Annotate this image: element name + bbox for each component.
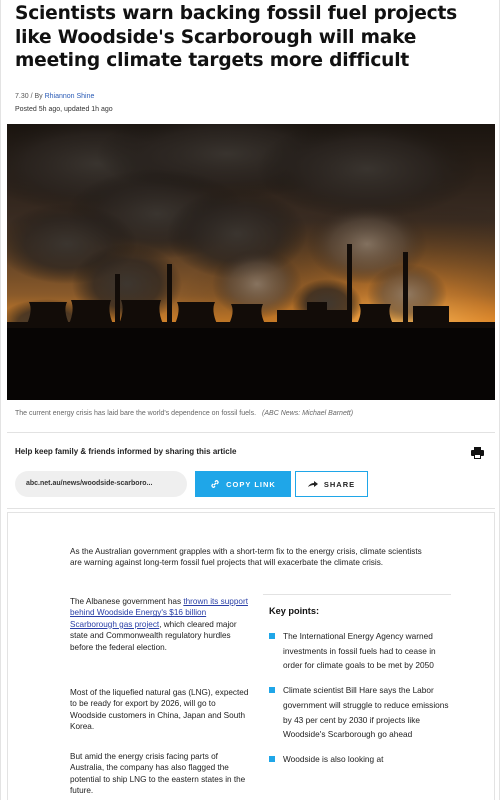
share-url-field[interactable]: abc.net.au/news/woodside-scarboro... [15,471,187,497]
bullet-square-icon [269,633,275,639]
share-arrow-icon [307,481,318,487]
key-points-box: Key points: The International Energy Age… [263,594,451,800]
link-icon [211,480,219,488]
key-points-title: Key points: [269,606,320,616]
author-link[interactable]: Rhiannon Shine [45,93,95,100]
image-caption: The current energy crisis has laid bare … [15,410,353,417]
bullet-square-icon [269,755,275,762]
key-points-list: The International Energy Agency warned i… [269,629,451,777]
hero-image [7,124,495,400]
copy-link-button[interactable]: COPY LINK [195,471,291,497]
article-paragraph: But amid the energy crisis facing parts … [70,752,246,796]
article-paragraph: The Albanese government has thrown its s… [70,596,250,653]
copy-link-label: COPY LINK [226,479,276,489]
key-point-text: Woodside is also looking at [283,753,384,764]
byline-prefix: / By [28,93,45,100]
power-station-smoke-image [7,124,495,400]
program-time: 7.30 [15,93,29,100]
printer-icon[interactable] [471,447,484,459]
article-headline: Scientists warn backing fossil fuel proj… [15,3,458,71]
paragraph-text: The Albanese government has [70,597,184,606]
caption-text: The current energy crisis has laid bare … [15,410,257,417]
photo-credit: (ABC News: Michael Barnett) [262,410,354,417]
key-point-text: Climate scientist Bill Hare says the Lab… [283,685,449,740]
divider [7,432,495,433]
article-paragraph: As the Australian government grapples wi… [70,547,422,568]
article-page: Scientists warn backing fossil fuel proj… [0,0,500,800]
bullet-square-icon [269,687,275,694]
divider [7,508,495,509]
share-heading: Help keep family & friends informed by s… [15,447,237,456]
key-point-item: The International Energy Agency warned i… [269,629,451,673]
posted-timestamp: Posted 5h ago, updated 1h ago [15,106,113,113]
share-label: SHARE [323,479,356,489]
share-button[interactable]: SHARE [295,471,368,497]
key-point-item: Climate scientist Bill Hare says the Lab… [269,683,451,742]
key-point-text: The International Energy Agency warned i… [283,631,436,671]
key-point-item: Woodside is also looking at [269,752,451,767]
article-paragraph: Most of the liquefied natural gas (LNG),… [70,688,249,732]
byline: 7.30 / By Rhiannon Shine [15,93,94,100]
